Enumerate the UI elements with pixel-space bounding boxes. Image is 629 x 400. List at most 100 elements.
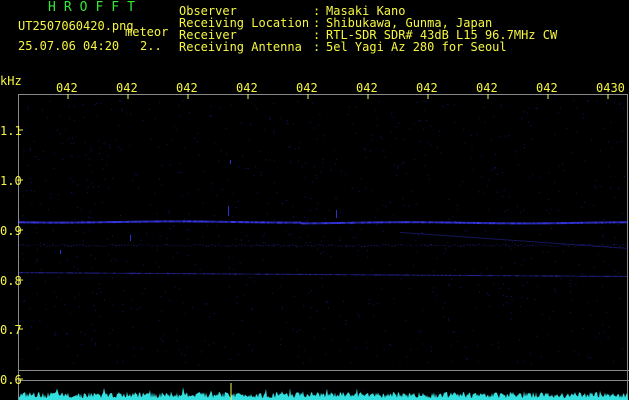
drift-signal — [568, 243, 570, 245]
carrier-signal — [409, 221, 411, 224]
noise-dot — [409, 287, 411, 289]
weak-signal — [376, 245, 378, 247]
noise-dot — [388, 344, 390, 346]
secondary-signal — [413, 274, 415, 276]
secondary-signal — [155, 273, 157, 274]
carrier-signal — [259, 221, 261, 224]
noise-dot — [303, 305, 305, 307]
carrier-signal — [387, 221, 389, 224]
secondary-signal — [373, 274, 375, 276]
noise-dot — [606, 102, 608, 104]
noise-dot — [404, 205, 406, 206]
secondary-signal — [213, 273, 215, 275]
weak-signal — [106, 245, 108, 247]
secondary-signal — [161, 273, 163, 274]
noise-dot — [30, 190, 32, 192]
drift-signal — [614, 247, 616, 248]
weak-signal — [526, 244, 528, 246]
secondary-signal — [241, 273, 243, 275]
carrier-signal — [257, 221, 259, 224]
carrier-signal — [343, 221, 345, 224]
noise-dot — [593, 266, 595, 268]
drift-signal — [550, 242, 552, 244]
weak-signal — [511, 245, 513, 247]
noise-dot — [393, 116, 395, 118]
weak-signal — [349, 245, 351, 247]
noise-dot — [526, 298, 528, 299]
noise-dot — [546, 209, 548, 211]
carrier-signal — [361, 221, 363, 224]
noise-dot — [281, 277, 283, 279]
noise-dot — [436, 295, 437, 297]
carrier-signal — [271, 221, 273, 224]
noise-dot — [527, 112, 529, 114]
noise-dot — [557, 112, 559, 114]
drift-signal — [504, 239, 506, 241]
secondary-signal — [489, 275, 491, 277]
noise-dot — [269, 118, 271, 120]
noise-dot — [549, 318, 551, 320]
x-tick-label: 042 — [116, 81, 138, 95]
noise-dot — [359, 229, 361, 231]
secondary-signal — [263, 273, 265, 275]
noise-dot — [368, 299, 370, 301]
noise-dot — [109, 344, 111, 346]
secondary-signal — [565, 275, 567, 277]
weak-signal — [601, 244, 603, 246]
secondary-signal — [105, 272, 107, 274]
noise-dot — [431, 350, 432, 352]
noise-dot — [530, 124, 532, 126]
carrier-signal — [447, 221, 449, 224]
weak-signal — [622, 244, 624, 246]
carrier-signal — [137, 220, 139, 223]
secondary-signal — [513, 275, 515, 277]
noise-dot — [395, 137, 397, 139]
noise-dot — [89, 164, 91, 166]
secondary-signal — [49, 272, 51, 274]
noise-dot — [36, 293, 38, 295]
weak-signal — [55, 245, 57, 247]
secondary-signal — [587, 275, 589, 277]
noise-dot — [414, 159, 416, 161]
carrier-signal — [479, 222, 481, 224]
secondary-signal — [365, 274, 367, 276]
drift-signal — [560, 243, 562, 245]
secondary-signal — [295, 273, 297, 275]
weak-signal — [43, 244, 45, 245]
secondary-signal — [303, 273, 305, 275]
noise-dot — [522, 284, 524, 286]
noise-dot — [365, 342, 367, 344]
drift-signal — [608, 246, 610, 248]
noise-dot — [250, 124, 252, 125]
noise-dot — [296, 331, 298, 333]
noise-dot — [26, 190, 28, 192]
noise-dot — [91, 267, 93, 269]
noise-dot — [299, 329, 300, 331]
noise-dot — [98, 153, 100, 155]
noise-dot — [304, 216, 306, 218]
secondary-signal — [571, 275, 573, 277]
carrier-signal — [369, 221, 371, 224]
noise-dot — [530, 363, 532, 365]
noise-dot — [430, 144, 432, 146]
carrier-signal — [197, 220, 199, 223]
noise-dot — [483, 106, 485, 108]
noise-dot — [226, 153, 228, 155]
weak-signal — [382, 244, 384, 246]
noise-dot — [117, 345, 119, 347]
noise-dot — [452, 215, 454, 217]
noise-dot — [120, 215, 121, 216]
secondary-signal — [371, 274, 373, 276]
noise-dot — [510, 318, 512, 320]
carrier-signal — [213, 220, 215, 223]
carrier-signal — [311, 222, 313, 225]
noise-dot — [571, 299, 573, 301]
secondary-signal — [443, 274, 445, 276]
carrier-signal — [141, 220, 143, 223]
noise-dot — [393, 214, 395, 216]
noise-dot — [237, 200, 239, 202]
noise-dot — [121, 149, 122, 151]
weak-signal — [124, 244, 126, 246]
noise-dot — [610, 187, 612, 189]
drift-signal — [554, 242, 556, 244]
